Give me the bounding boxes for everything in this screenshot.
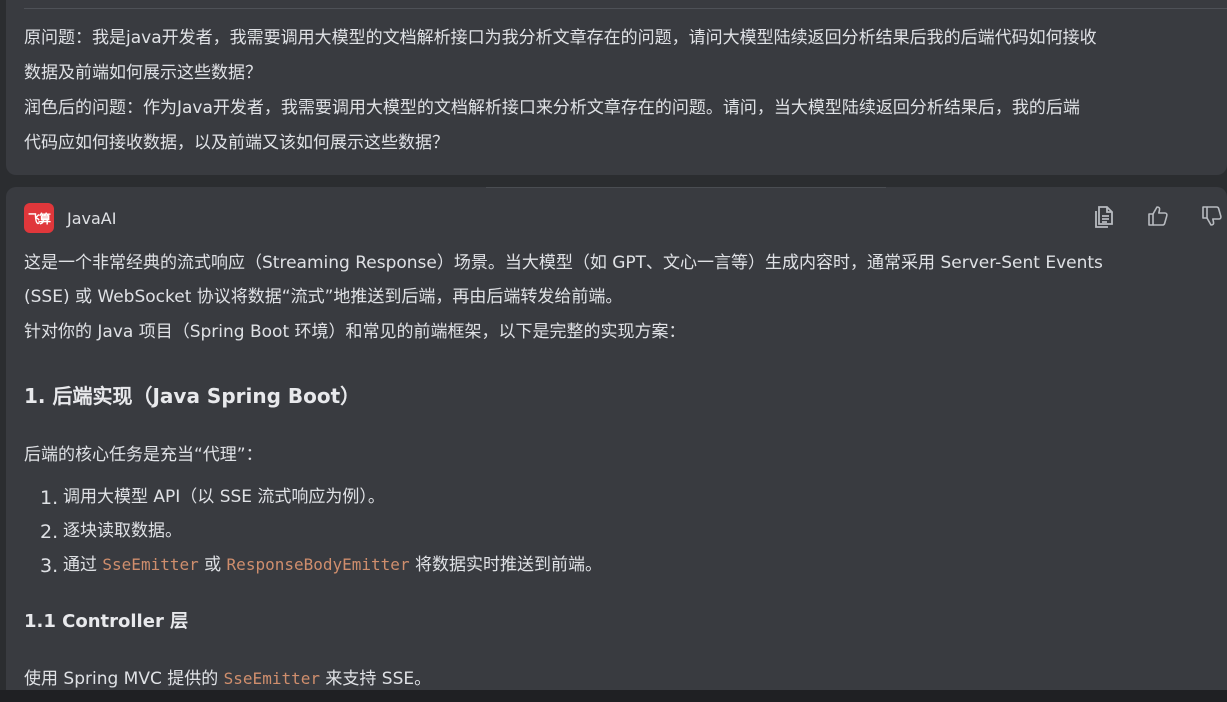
mvc-paragraph: 使用 Spring MVC 提供的 SseEmitter 来支持 SSE。 (24, 664, 431, 689)
original-question-line: 原问题：我是java开发者，我需要调用大模型的文档解析接口为我分析文章存在的问题… (24, 28, 1097, 48)
list-number: 2. (40, 521, 59, 543)
answer-intro-line: 针对你的 Java 项目（Spring Boot 环境）和常见的前端框架，以下是… (24, 322, 686, 342)
copy-button[interactable] (1089, 201, 1119, 231)
assistant-logo: 飞算 (24, 203, 54, 233)
answer-intro-line: (SSE) 或 WebSocket 协议将数据“流式”地推送到后端，再由后端转发… (24, 287, 623, 307)
steps-list: 1. 调用大模型 API（以 SSE 流式响应为例）。 2. 逐块读取数据。 3… (24, 477, 602, 579)
original-question-line: 数据及前端如何展示这些数据？ (24, 63, 262, 83)
list-item-prefix: 通过 (63, 554, 103, 575)
refined-question-line: 润色后的问题：作为Java开发者，我需要调用大模型的文档解析接口来分析文章存在的… (24, 98, 1080, 118)
refined-question-line: 代码应如何接收数据，以及前端又该如何展示这些数据？ (24, 133, 449, 153)
user-question-card: 原问题：我是java开发者，我需要调用大模型的文档解析接口为我分析文章存在的问题… (6, 0, 1227, 175)
list-number: 3. (40, 555, 59, 577)
assistant-answer-card: 飞算 JavaAI 这是一个非常经典的流式响应（Streaming Respon… (6, 187, 1227, 702)
list-item-text: 通过 SseEmitter 或 ResponseBodyEmitter 将数据实… (63, 550, 602, 575)
list-number: 1. (40, 487, 59, 509)
assistant-header: 飞算 JavaAI (24, 203, 116, 233)
answer-intro-line: 这是一个非常经典的流式响应（Streaming Response）场景。当大模型… (24, 253, 1103, 273)
thumbs-down-icon (1200, 204, 1224, 228)
list-item: 2. 逐块读取数据。 (24, 511, 602, 545)
list-item-suffix: 将数据实时推送到前端。 (409, 554, 602, 575)
thumbs-up-icon (1146, 204, 1170, 228)
message-actions (1065, 201, 1227, 231)
list-item-text: 逐块读取数据。 (63, 520, 182, 541)
copy-icon (1093, 204, 1115, 228)
input-area-edge (0, 690, 1227, 702)
mvc-prefix: 使用 Spring MVC 提供的 (24, 669, 224, 689)
divider (486, 187, 886, 188)
chat-page: 原问题：我是java开发者，我需要调用大模型的文档解析接口为我分析文章存在的问题… (0, 0, 1227, 702)
divider (24, 8, 1227, 9)
inline-code-sseemitter: SseEmitter (102, 554, 199, 574)
list-item: 3. 通过 SseEmitter 或 ResponseBodyEmitter 将… (24, 545, 602, 579)
mvc-suffix: 来支持 SSE。 (319, 669, 432, 689)
dislike-button[interactable] (1197, 201, 1227, 231)
like-button[interactable] (1143, 201, 1173, 231)
list-item-text: 调用大模型 API（以 SSE 流式响应为例）。 (63, 486, 385, 507)
core-task-paragraph: 后端的核心任务是充当“代理”： (24, 445, 263, 465)
assistant-name: JavaAI (67, 208, 117, 228)
section-heading-controller: 1.1 Controller 层 (24, 611, 189, 632)
list-item-middle: 或 (198, 554, 227, 575)
list-item: 1. 调用大模型 API（以 SSE 流式响应为例）。 (24, 477, 602, 511)
section-heading-backend: 1. 后端实现（Java Spring Boot） (24, 384, 361, 408)
inline-code-responsebodyemitter: ResponseBodyEmitter (226, 554, 410, 574)
inline-code-sseemitter: SseEmitter (223, 669, 320, 688)
